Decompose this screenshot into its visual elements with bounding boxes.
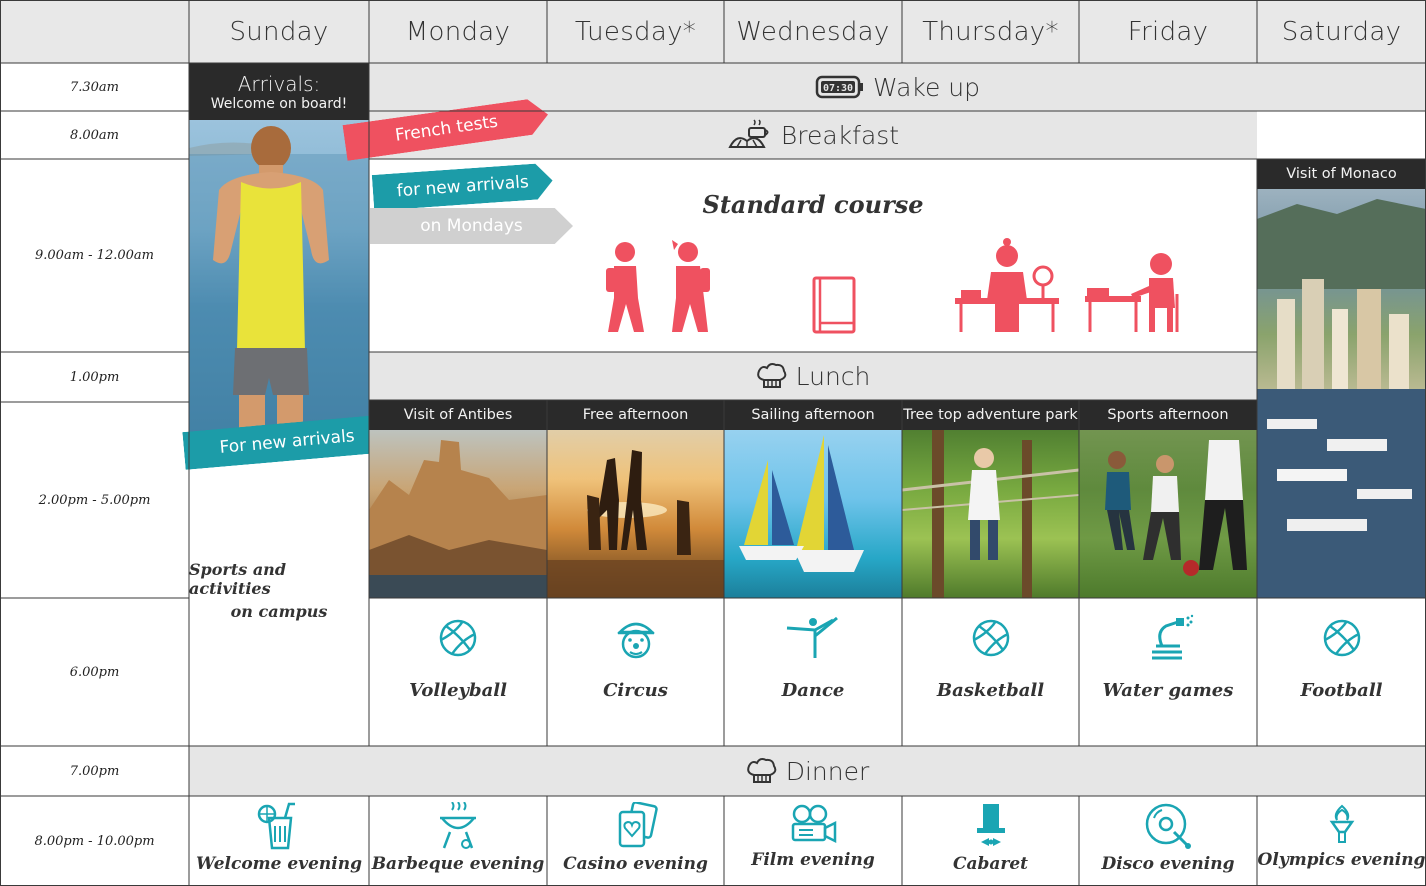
time-slot: 7.00pm <box>69 763 120 779</box>
students-walking-icon <box>606 240 710 332</box>
time-slot: 1.00pm <box>69 369 120 385</box>
time-slot: 6.00pm <box>69 664 120 680</box>
evening-label: Disco evening <box>1101 854 1235 874</box>
lunch-label: Lunch <box>795 361 871 391</box>
ribbon-on-mondays: on Mondays <box>370 208 573 244</box>
day-header-sunday: Sunday <box>229 16 329 47</box>
time-slot: 2.00pm - 5.00pm <box>38 492 151 508</box>
activity-circus: Circus <box>547 598 724 746</box>
time-slot: 7.30am <box>69 79 120 95</box>
ball-icon <box>439 619 477 657</box>
time-slot: 8.00pm - 10.00pm <box>34 833 155 849</box>
arrivals-subtitle: Welcome on board! <box>210 95 348 112</box>
activity-water-games: Water games <box>1079 598 1257 746</box>
activity-dance: Dance <box>724 598 902 746</box>
activity-label: Football <box>1300 680 1383 701</box>
dinner-label: Dinner <box>785 756 870 786</box>
svg-text:07:30: 07:30 <box>823 83 853 94</box>
croissant-coffee-icon <box>728 119 769 148</box>
sports-on-campus-text: Sports and activities on campus <box>189 560 369 630</box>
chef-hat-icon <box>746 758 777 783</box>
wake-up-label: Wake up <box>872 72 981 102</box>
activity-label: Volleyball <box>409 680 507 701</box>
time-slot: 9.00am - 12.00am <box>35 248 154 263</box>
afternoon-caption: Sailing afternoon <box>724 400 902 430</box>
barbecue-grill-icon <box>440 802 476 849</box>
evening-label: Film evening <box>751 850 875 870</box>
activity-label: Circus <box>603 680 668 701</box>
afternoon-caption: Visit of Antibes <box>369 400 547 430</box>
day-header-wednesday: Wednesday <box>736 16 890 47</box>
saturday-caption: Visit of Monaco <box>1257 159 1426 189</box>
evening-welcome: Welcome evening <box>189 796 369 886</box>
evening-label: Casino evening <box>563 854 708 874</box>
evening-label: Olympics evening <box>1257 850 1426 870</box>
afternoon-sports: Sports afternoon <box>1079 400 1257 598</box>
day-header-friday: Friday <box>1127 16 1209 47</box>
clown-icon <box>616 622 655 659</box>
day-header-tuesday: Tuesday* <box>574 16 697 47</box>
sports-line-2: on campus <box>230 602 328 621</box>
afternoon-caption: Tree top adventure park <box>902 400 1079 430</box>
evening-olympics: Olympics evening <box>1257 796 1426 886</box>
evening-disco: Disco evening <box>1079 796 1257 886</box>
evening-casino: Casino evening <box>547 796 724 886</box>
arrivals-caption: Arrivals: Welcome on board! <box>189 63 369 120</box>
vinyl-record-icon <box>1145 803 1191 849</box>
monaco-harbor-illustration <box>1257 199 1426 598</box>
day-header-saturday: Saturday <box>1281 16 1402 47</box>
afternoon-caption: Sports afternoon <box>1079 400 1257 430</box>
lunch-band: Lunch <box>369 352 1257 400</box>
arrivals-title: Arrivals: <box>237 71 321 96</box>
evening-barbeque: Barbeque evening <box>369 796 547 886</box>
ball-icon <box>972 619 1009 657</box>
saturday-monaco: Visit of Monaco <box>1257 159 1426 598</box>
evening-label: Welcome evening <box>196 854 362 874</box>
evening-film: Film evening <box>724 796 902 886</box>
evening-cabaret: Cabaret <box>902 796 1079 886</box>
activity-label: Water games <box>1102 680 1234 701</box>
day-header-monday: Monday <box>405 16 511 47</box>
time-slot: 8.00am <box>69 127 120 143</box>
top-hat-bowtie-icon <box>976 804 1005 846</box>
chef-hat-icon <box>756 363 786 388</box>
book-icon <box>812 276 856 334</box>
sunday-photo <box>189 120 369 432</box>
activity-basketball: Basketball <box>902 598 1079 746</box>
activity-label: Dance <box>781 680 845 701</box>
activity-label: Basketball <box>936 680 1045 701</box>
film-camera-icon <box>791 804 837 844</box>
afternoon-treetop: Tree top adventure park <box>902 400 1079 598</box>
dancer-icon <box>786 616 838 658</box>
breakfast-label: Breakfast <box>780 120 900 150</box>
alarm-clock-icon: 07:30 <box>815 75 863 99</box>
ball-icon <box>1323 619 1360 657</box>
water-hose-icon <box>1152 614 1194 660</box>
day-header-thursday: Thursday* <box>922 16 1059 47</box>
cocktail-drink-icon <box>257 802 295 850</box>
evening-label: Cabaret <box>952 854 1029 874</box>
afternoon-caption: Free afternoon <box>547 400 724 430</box>
afternoon-sailing: Sailing afternoon <box>724 400 902 598</box>
evening-label: Barbeque evening <box>371 854 545 874</box>
activity-volleyball: Volleyball <box>369 598 547 746</box>
activity-football: Football <box>1257 598 1426 746</box>
girl-at-sea-illustration <box>189 126 369 432</box>
afternoon-free: Free afternoon <box>547 400 724 598</box>
dinner-band: Dinner <box>189 746 1426 796</box>
playing-cards-icon <box>618 802 658 848</box>
sports-line-1: Sports and activities <box>189 560 286 598</box>
afternoon-antibes: Visit of Antibes <box>369 400 547 598</box>
olympic-torch-icon <box>1329 804 1354 843</box>
students-at-desk-icon <box>955 238 1179 332</box>
